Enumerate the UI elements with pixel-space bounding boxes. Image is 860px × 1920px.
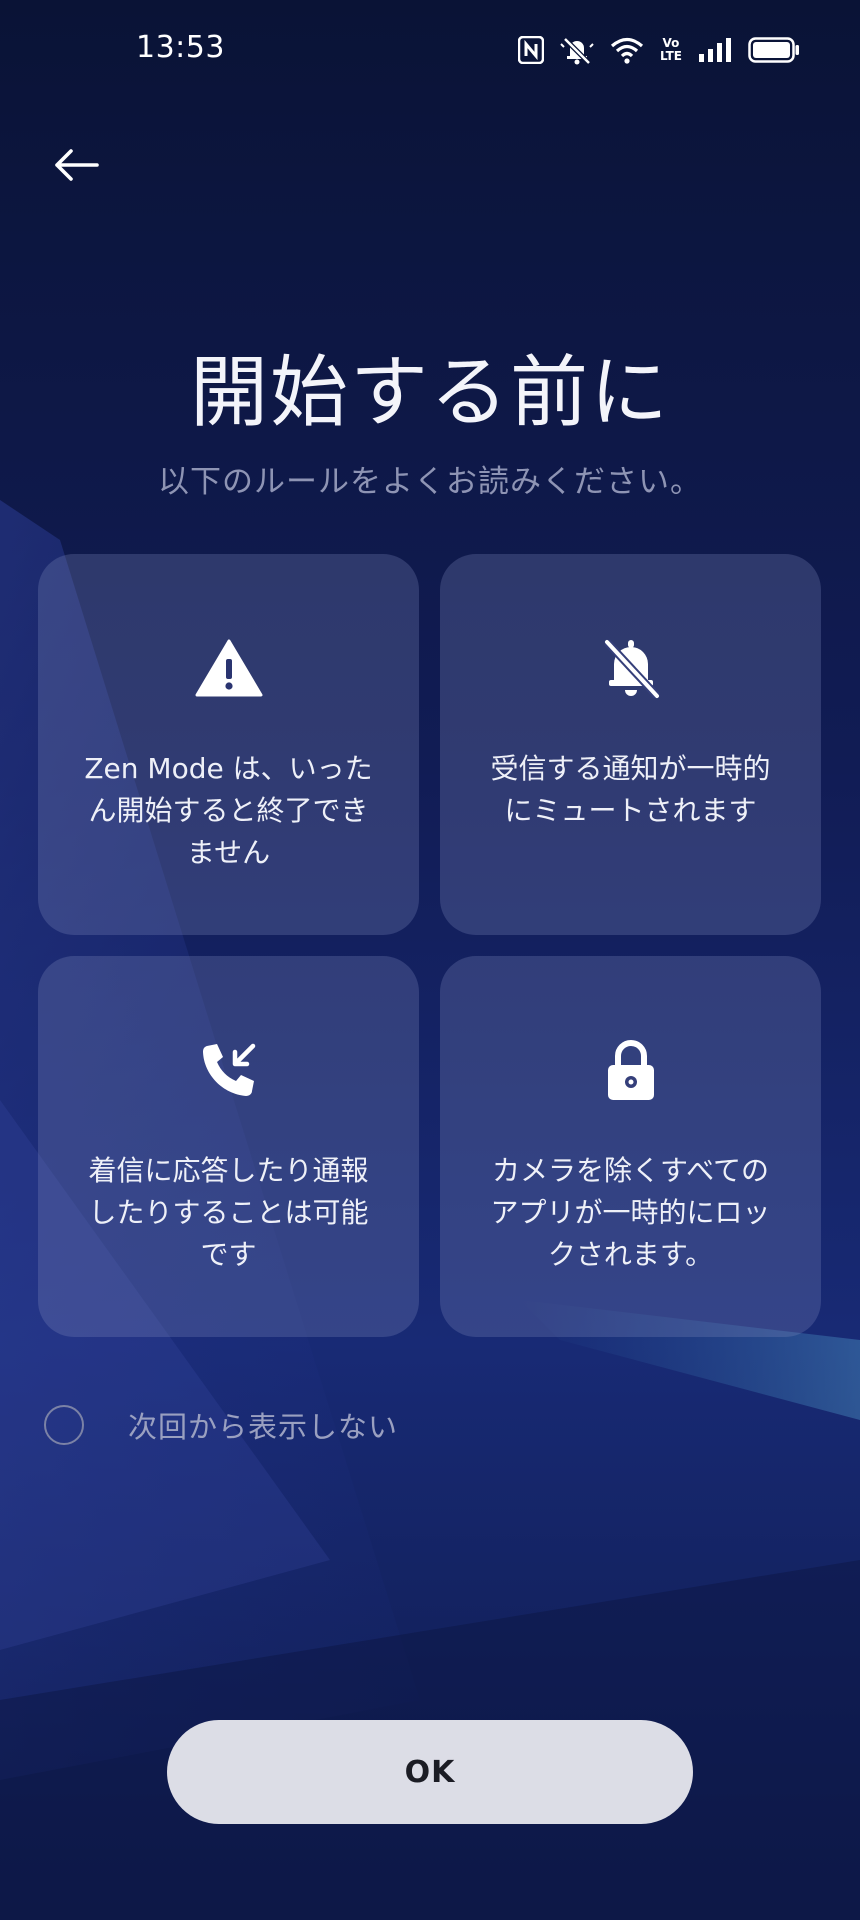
rule-card-cannot-exit: Zen Mode は、いったん開始すると終了できません	[38, 554, 419, 935]
status-bar: 13:53 Vo LTE	[0, 0, 860, 100]
rule-card-calls-allowed: 着信に応答したり通報したりすることは可能です	[38, 956, 419, 1337]
dont-show-again-radio[interactable]	[44, 1405, 84, 1445]
lock-icon	[604, 1034, 658, 1106]
volte-icon: Vo LTE	[660, 37, 682, 63]
bell-off-icon	[601, 632, 661, 704]
page-title: 開始する前に	[189, 348, 670, 438]
battery-icon	[748, 37, 800, 63]
page-subtitle: 以下のルールをよくお読みください。	[158, 464, 702, 500]
rule-card-text: カメラを除くすべてのアプリが一時的にロックされます。	[490, 1154, 771, 1271]
incoming-call-icon	[199, 1034, 259, 1106]
notifications-muted-icon	[560, 35, 594, 65]
dont-show-again-label: 次回から表示しない	[128, 1410, 399, 1444]
nfc-icon	[517, 36, 544, 64]
wifi-icon	[610, 36, 644, 64]
signal-icon	[698, 37, 732, 63]
arrow-left-icon	[55, 149, 99, 181]
rule-card-text: 受信する通知が一時的にミュートされます	[490, 752, 771, 827]
status-icons: Vo LTE	[517, 32, 800, 68]
rule-card-text: 着信に応答したり通報したりすることは可能です	[88, 1154, 369, 1271]
ok-button[interactable]: OK	[167, 1720, 693, 1824]
status-time: 13:53	[136, 30, 225, 65]
rule-card-notifications-muted: 受信する通知が一時的にミュートされます	[440, 554, 821, 935]
volte-bottom-label: LTE	[659, 49, 682, 63]
back-button[interactable]	[46, 140, 106, 190]
dont-show-again-option[interactable]: 次回から表示しない	[44, 1400, 398, 1450]
rule-card-apps-locked: カメラを除くすべてのアプリが一時的にロックされます。	[440, 956, 821, 1337]
warning-icon	[195, 632, 263, 704]
rule-card-text: Zen Mode は、いったん開始すると終了できません	[84, 752, 373, 869]
